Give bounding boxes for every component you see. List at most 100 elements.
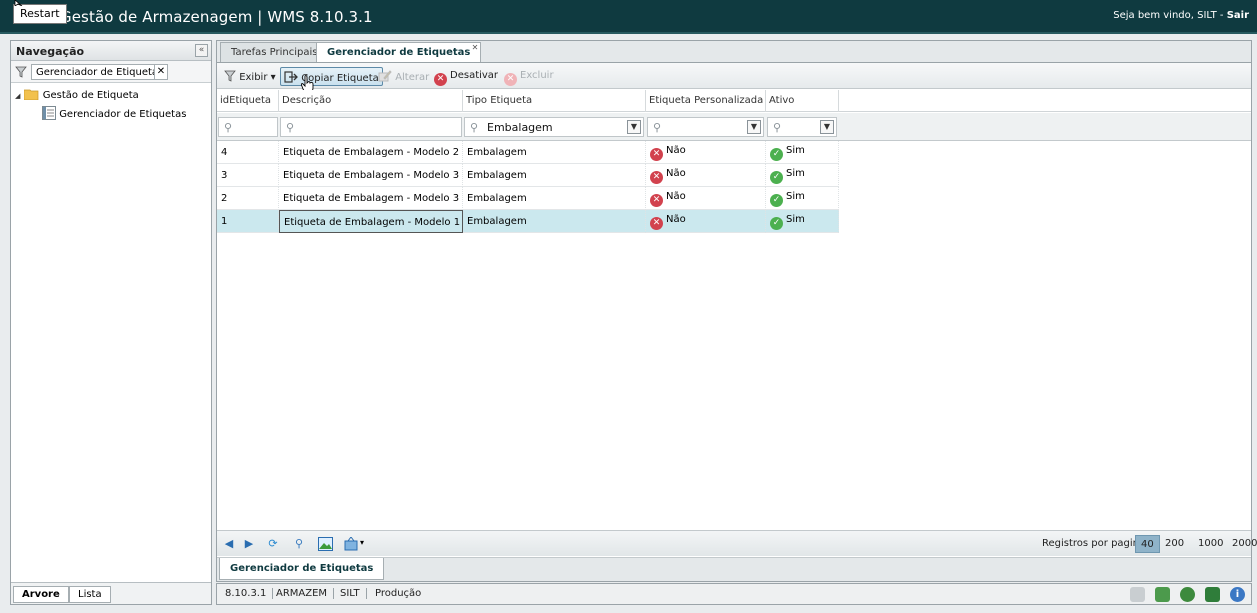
prev-page-icon[interactable]: ◀ [221,536,237,552]
main-panel: Exibir ▾ Copiar Etiqueta Alterar ✕ Desati… [216,62,1257,582]
chevron-down-icon[interactable]: ▾ [360,538,364,547]
info-icon[interactable]: i [1230,587,1245,602]
cell-id: 1 [217,210,279,233]
filter-id-input[interactable]: ⚲ [218,117,278,137]
table-row[interactable]: 3 Etiqueta de Embalagem - Modelo 3 Co...… [217,164,839,187]
table-row[interactable]: 2 Etiqueta de Embalagem - Modelo 3 Co...… [217,187,839,210]
grid-header: idEtiqueta Descrição Tipo Etiqueta Etiqu… [217,90,1251,112]
cell-tipo: Embalagem [463,210,646,233]
main-tabs: Tarefas Principais Gerenciador de Etique… [216,40,1252,62]
close-tab-icon[interactable]: ✕ [472,43,479,52]
status-user: SILT [334,588,367,599]
search-icon: ⚲ [773,121,782,134]
image-export-icon[interactable] [318,537,333,551]
page-size-40[interactable]: 40 [1135,535,1160,553]
grid-filter-row: ⚲ ⚲ ⚲ Embalagem ▼ ⚲ ▼ ⚲ ▼ [217,113,1251,141]
cell-id: 3 [217,164,279,187]
collapse-panel-button[interactable]: « [195,44,208,57]
filter-personalizada-select[interactable]: ⚲ ▼ [647,117,764,137]
check-circle-icon: ✓ [770,148,783,161]
globe-icon[interactable] [1180,587,1195,602]
edit-icon [378,70,392,82]
cell-ativo: ✓ Sim [766,164,839,187]
desativar-button[interactable]: ✕ Desativar [431,67,501,86]
personalizada-value: Não [666,191,686,202]
copy-export-icon [284,71,298,83]
nav-filter-chip[interactable]: Gerenciador de Etiquetas [31,64,169,80]
windows-icon[interactable] [1155,587,1170,602]
tree-node-gerenciador-etiquetas[interactable]: Gerenciador de Etiquetas [42,106,186,120]
col-descricao[interactable]: Descrição [279,90,463,112]
pager-bar: ◀ ▶ ⟳ ⚲ ▾ Registros por pagina: 40 200 1… [217,530,1257,556]
cell-ativo: ✓ Sim [766,187,839,210]
ativo-value: Sim [786,168,805,179]
x-circle-icon: ✕ [650,217,663,230]
refresh-icon[interactable]: ⟳ [265,536,281,552]
alterar-label: Alterar [395,72,430,83]
filter-tipo-select[interactable]: ⚲ Embalagem ▼ [464,117,644,137]
welcome-text: Seja bem vindo, SILT - Sair [1113,10,1249,21]
zoom-icon[interactable]: ⚲ [291,536,307,552]
filter-icon[interactable] [15,66,27,78]
exibir-button[interactable]: Exibir ▾ [221,67,279,86]
chevron-down-icon[interactable]: ▼ [627,120,641,134]
table-row[interactable]: 4 Etiqueta de Embalagem - Modelo 2 Co...… [217,141,839,164]
cell-ativo: ✓ Sim [766,210,839,233]
tab-lista[interactable]: Lista [69,586,111,603]
check-circle-icon: ✓ [770,194,783,207]
page-size-200[interactable]: 200 [1160,535,1189,553]
restart-tooltip: Restart [13,4,67,24]
personalizada-value: Não [666,214,686,225]
puzzle-icon[interactable] [1130,587,1145,602]
cell-tipo: Embalagem [463,164,646,187]
chevron-down-icon[interactable]: ▼ [820,120,834,134]
tab-arvore[interactable]: Arvore [13,586,69,603]
tree-node-gestao-etiqueta[interactable]: ◢ Gestão de Etiqueta [15,88,139,101]
chevron-down-icon[interactable]: ▼ [747,120,761,134]
excel-icon[interactable] [1205,587,1220,602]
tab-gerenciador-etiquetas[interactable]: Gerenciador de Etiquetas ✕ [316,42,482,62]
col-tipo-etiqueta[interactable]: Tipo Etiqueta [463,90,646,112]
toolbar: Exibir ▾ Copiar Etiqueta Alterar ✕ Desati… [217,63,1251,93]
x-circle-icon: ✕ [650,194,663,207]
excluir-button[interactable]: ✕ Excluir [501,67,557,86]
tab-tarefas-principais[interactable]: Tarefas Principais [220,42,329,62]
ativo-value: Sim [786,145,805,156]
x-circle-icon: ✕ [650,148,663,161]
x-circle-icon: ✕ [434,73,447,86]
remove-filter-icon[interactable]: ✕ [154,64,168,80]
filter-descricao-input[interactable]: ⚲ [280,117,462,137]
bottom-tab-bar: Gerenciador de Etiquetas [217,557,1251,581]
check-circle-icon: ✓ [770,171,783,184]
filter-ativo-select[interactable]: ⚲ ▼ [767,117,837,137]
personalizada-value: Não [666,145,686,156]
pager-label: Registros por pagina: [1042,538,1149,549]
col-idetiqueta[interactable]: idEtiqueta [217,90,279,112]
expand-arrow-icon[interactable]: ◢ [15,92,20,100]
mouse-cursor-icon [14,0,23,6]
ativo-value: Sim [786,214,805,225]
status-version: 8.10.3.1 [219,588,274,599]
cell-personalizada: ✕ Não [646,164,766,187]
cell-descricao: Etiqueta de Embalagem - Modelo 1 (7... [279,210,463,233]
logout-link[interactable]: Sair [1227,10,1249,21]
cell-personalizada: ✕ Não [646,187,766,210]
col-etiqueta-personalizada[interactable]: Etiqueta Personalizada [646,90,766,112]
copiar-etiqueta-button[interactable]: Copiar Etiqueta [280,67,383,86]
nav-filter-row: Gerenciador de Etiquetas ✕ [11,61,211,83]
table-row-selected[interactable]: 1 Etiqueta de Embalagem - Modelo 1 (7...… [217,210,839,233]
cell-id: 2 [217,187,279,210]
page-size-2000[interactable]: 2000 [1227,535,1257,553]
search-icon: ⚲ [224,121,233,134]
cell-descricao: Etiqueta de Embalagem - Modelo 3 Co... [279,187,463,210]
nav-footer: Arvore Lista [11,582,211,604]
bottom-tab-gerenciador[interactable]: Gerenciador de Etiquetas [219,558,385,580]
page-size-1000[interactable]: 1000 [1193,535,1228,553]
x-circle-icon: ✕ [504,73,517,86]
export-icon[interactable] [344,537,359,551]
alterar-button[interactable]: Alterar [375,67,432,86]
col-ativo[interactable]: Ativo [766,90,839,112]
cell-personalizada: ✕ Não [646,210,766,233]
search-icon: ⚲ [470,121,479,134]
next-page-icon[interactable]: ▶ [241,536,257,552]
